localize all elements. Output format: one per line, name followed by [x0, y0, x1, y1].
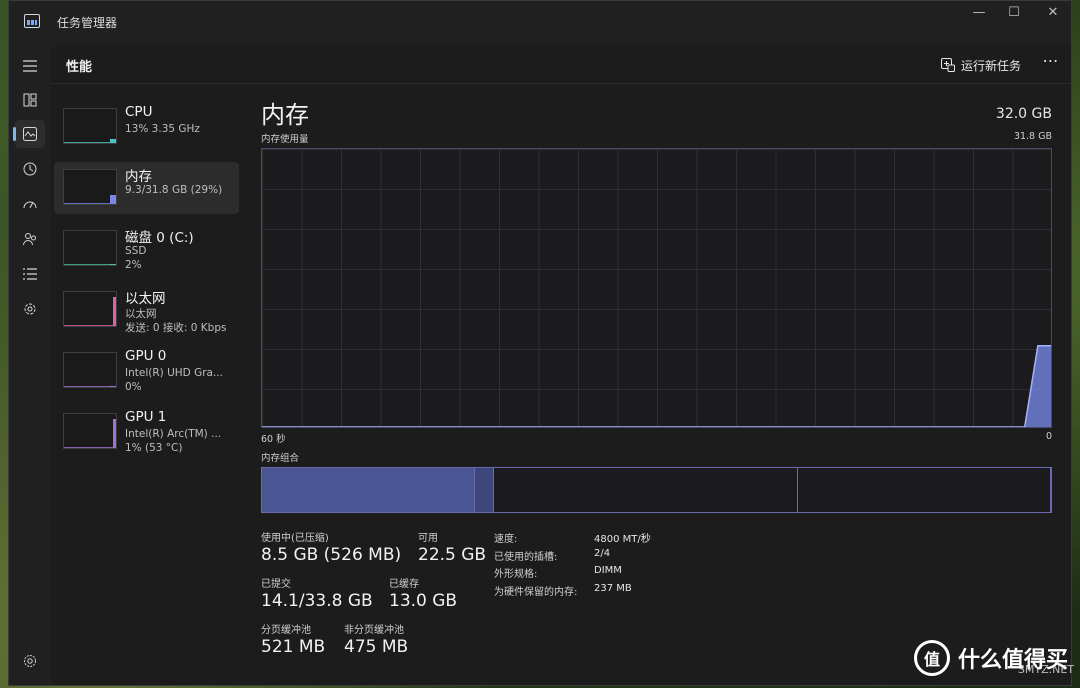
speed-label: 速度:: [494, 534, 518, 545]
memory-composition-label: 内存组合: [261, 453, 300, 464]
content-area: 性能 运行新任务 ⋯ CPU 13% 3.35 GHz 内存 9.3/31.8 GB …: [51, 45, 1071, 685]
performance-icon[interactable]: [13, 120, 45, 148]
device-thumbnail-graph: [63, 352, 117, 388]
slots-label: 已使用的插槽:: [494, 552, 558, 563]
memory-composition-bar: [261, 467, 1052, 513]
slots-value: 2/4: [594, 548, 611, 559]
device-detail: 2%: [125, 259, 142, 271]
nonpaged-pool-label: 非分页缓冲池: [344, 625, 404, 636]
device-item[interactable]: 以太网 以太网发送: 0 接收: 0 Kbps: [54, 284, 239, 336]
device-thumbnail-graph: [63, 291, 117, 327]
device-thumbnail-baseline: [64, 447, 116, 448]
paged-pool-label: 分页缓冲池: [261, 625, 311, 636]
device-thumbnail-graph: [63, 108, 117, 144]
composition-segment-standby[interactable]: [493, 468, 798, 512]
startup-icon[interactable]: [15, 190, 45, 218]
memory-total: 32.0 GB: [995, 106, 1052, 122]
composition-segment-modified[interactable]: [475, 468, 494, 512]
form-factor-label: 外形规格:: [494, 569, 538, 580]
device-subtitle: SSD: [125, 245, 147, 257]
device-thumbnail-graph: [63, 413, 117, 449]
device-item[interactable]: GPU 0 Intel(R) UHD Gra... 0%: [54, 345, 239, 397]
speed-value: 4800 MT/秒: [594, 534, 651, 545]
paged-pool-value: 521 MB: [261, 637, 326, 657]
committed-label: 已提交: [261, 579, 291, 590]
in-use-value: 8.5 GB (526 MB): [261, 545, 402, 565]
available-label: 可用: [418, 533, 438, 544]
device-thumbnail-baseline: [64, 203, 116, 204]
minimize-button[interactable]: —: [961, 5, 997, 25]
device-subtitle: 以太网: [125, 308, 157, 320]
committed-value: 14.1/33.8 GB: [261, 591, 373, 611]
device-name: 磁盘 0 (C:): [125, 230, 194, 246]
device-thumbnail-baseline: [64, 264, 116, 265]
in-use-label: 使用中(已压缩): [261, 533, 329, 544]
device-name: CPU: [125, 104, 153, 120]
run-task-icon: [941, 58, 955, 72]
window-title: 任务管理器: [57, 16, 118, 30]
title-bar[interactable]: 任务管理器 — ☐ ✕: [9, 1, 1071, 43]
device-thumbnail-baseline: [64, 386, 116, 387]
more-options-button[interactable]: ⋯: [1039, 51, 1063, 75]
device-subtitle: 9.3/31.8 GB (29%): [125, 184, 223, 196]
device-thumbnail-baseline: [64, 142, 116, 143]
page-title: 性能: [66, 60, 93, 75]
processes-icon[interactable]: [15, 86, 45, 114]
run-new-task-label: 运行新任务: [961, 58, 1022, 73]
device-item[interactable]: 内存 9.3/31.8 GB (29%): [54, 162, 239, 214]
maximize-button[interactable]: ☐: [996, 5, 1032, 25]
device-detail: 0%: [125, 381, 142, 393]
form-factor-value: DIMM: [594, 565, 622, 576]
close-button[interactable]: ✕: [1035, 5, 1071, 25]
device-item[interactable]: 磁盘 0 (C:) SSD 2%: [54, 223, 239, 275]
device-thumbnail-fill: [113, 419, 116, 448]
device-name: 以太网: [125, 291, 166, 307]
nav-rail: [9, 45, 51, 685]
details-icon[interactable]: [15, 260, 45, 288]
memory-usage-line: [262, 344, 1051, 427]
watermark-logo-icon: 值: [913, 640, 950, 676]
run-new-task-button[interactable]: 运行新任务: [941, 55, 1021, 75]
device-subtitle: Intel(R) UHD Gra...: [125, 367, 223, 379]
device-item[interactable]: CPU 13% 3.35 GHz: [54, 101, 239, 153]
services-icon[interactable]: [15, 295, 45, 323]
composition-segment-free[interactable]: [797, 468, 1051, 512]
cached-value: 13.0 GB: [389, 591, 458, 611]
memory-usage-label: 内存使用量: [261, 134, 309, 145]
settings-icon[interactable]: [15, 647, 45, 675]
device-detail: 1% (53 °C): [125, 442, 183, 454]
device-subtitle: 13% 3.35 GHz: [125, 123, 200, 135]
device-thumbnail-baseline: [64, 325, 116, 326]
memory-usage-graph: [261, 148, 1052, 428]
device-name: GPU 0: [125, 348, 167, 364]
graph-axis-end: 0: [1045, 431, 1052, 442]
device-thumbnail-fill: [113, 297, 116, 326]
users-icon[interactable]: [15, 225, 45, 253]
device-name: 内存: [125, 169, 152, 185]
device-thumbnail-graph: [63, 230, 117, 266]
device-subtitle: Intel(R) Arc(TM) ...: [125, 428, 222, 440]
nonpaged-pool-value: 475 MB: [344, 637, 409, 657]
available-value: 22.5 GB: [418, 545, 487, 565]
device-name: GPU 1: [125, 409, 167, 425]
cached-label: 已缓存: [389, 579, 419, 590]
memory-usage-max: 31.8 GB: [1013, 131, 1052, 142]
page-header: 性能 运行新任务 ⋯: [51, 45, 1071, 84]
device-detail: 发送: 0 接收: 0 Kbps: [125, 322, 227, 334]
hardware-reserved-value: 237 MB: [594, 583, 632, 594]
device-thumbnail-graph: [63, 169, 117, 205]
task-manager-window: 任务管理器 — ☐ ✕ 性能 运行新任务 ⋯ CPU 13% 3.35 GHz …: [8, 0, 1072, 686]
memory-usage-chart: [262, 344, 1051, 427]
graph-axis-start: 60 秒: [261, 434, 286, 445]
memory-title: 内存: [261, 101, 309, 129]
watermark-subtext: SMYZ.NET: [1017, 663, 1074, 676]
menu-icon[interactable]: [15, 52, 45, 80]
app-history-icon[interactable]: [15, 155, 45, 183]
composition-segment-in-use[interactable]: [262, 468, 476, 512]
device-list: CPU 13% 3.35 GHz 内存 9.3/31.8 GB (29%) 磁盘 0 (…: [54, 101, 239, 467]
hardware-reserved-label: 为硬件保留的内存:: [494, 587, 578, 598]
memory-usage-area: [262, 345, 1051, 427]
device-item[interactable]: GPU 1 Intel(R) Arc(TM) ... 1% (53 °C): [54, 406, 239, 458]
task-manager-app-icon: [24, 14, 40, 28]
